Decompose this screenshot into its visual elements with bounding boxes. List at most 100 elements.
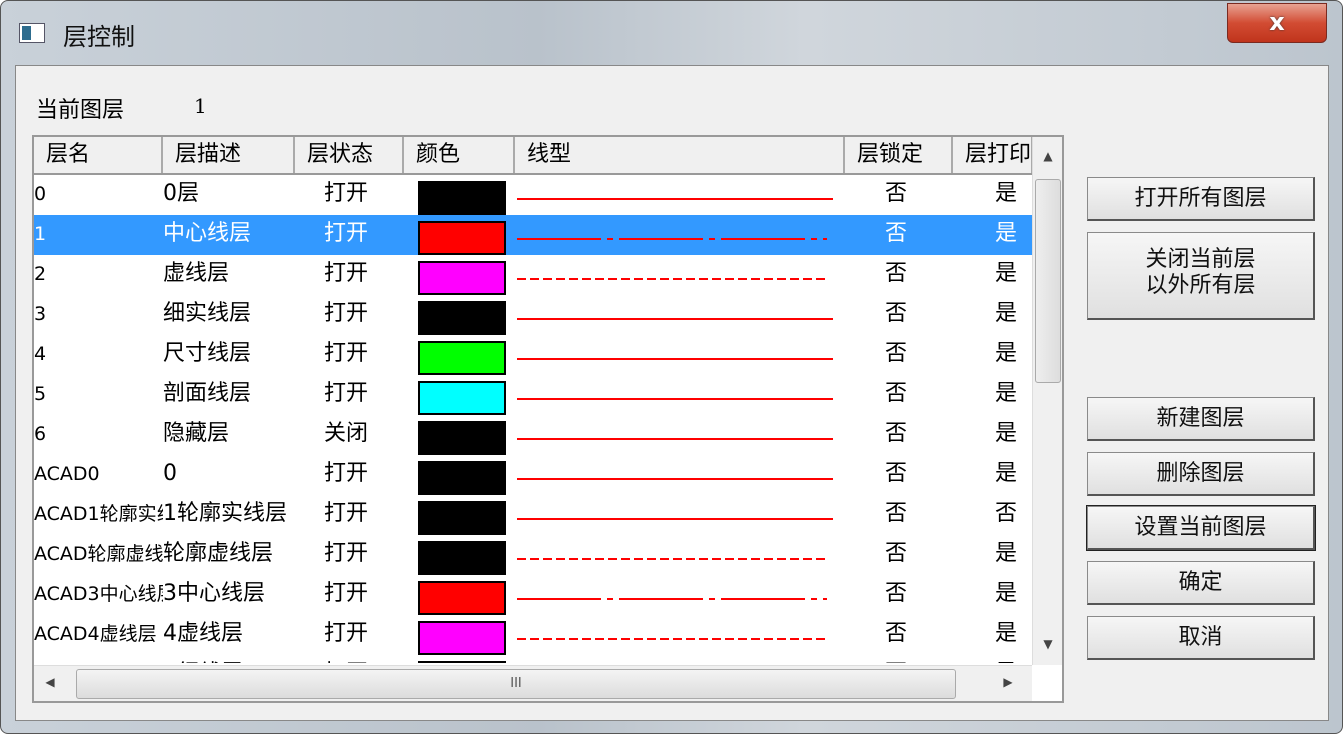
set-current-layer-button[interactable]: 设置当前图层 — [1086, 505, 1316, 551]
cell-state: 打开 — [324, 541, 369, 566]
cell-state: 打开 — [324, 181, 369, 206]
ok-button[interactable]: 确定 — [1087, 561, 1315, 605]
cell-desc: 尺寸线层 — [163, 341, 252, 366]
cell-name: 6 — [34, 423, 47, 445]
column-header-print[interactable]: 层打印 — [953, 137, 1033, 173]
color-swatch[interactable] — [418, 461, 506, 495]
table-row[interactable]: ACAD1轮廓实线层1轮廓实线层 打开 否 否 — [34, 495, 1032, 535]
cell-state: 打开 — [324, 461, 369, 486]
cancel-button[interactable]: 取消 — [1087, 616, 1315, 660]
table-row[interactable]: ACAD4虚线层 4虚线层 打开 否 是 — [34, 615, 1032, 655]
table-row[interactable]: 5 剖面线层 打开 否 是 — [34, 375, 1032, 415]
cell-lock: 否 — [885, 461, 908, 486]
scroll-down-icon[interactable]: ▼ — [1033, 637, 1062, 651]
cell-print: 是 — [995, 301, 1018, 326]
cell-desc: 0 — [163, 461, 177, 486]
cell-print: 否 — [995, 501, 1018, 526]
color-swatch[interactable] — [418, 581, 506, 615]
color-swatch[interactable] — [418, 381, 506, 415]
table-row[interactable]: 1 中心线层 打开 否 是 — [34, 215, 1032, 255]
cell-lock: 否 — [885, 181, 908, 206]
new-layer-button[interactable]: 新建图层 — [1087, 397, 1315, 441]
cell-desc: 细实线层 — [163, 301, 252, 326]
cell-name: ACAD3中心线层 — [34, 583, 163, 605]
title-bar: 层控制 x — [1, 1, 1342, 63]
table-row[interactable]: ACAD3中心线层 3中心线层 打开 否 是 — [34, 575, 1032, 615]
cell-desc: 4虚线层 — [163, 621, 243, 646]
cell-print: 是 — [995, 541, 1018, 566]
cell-lock: 否 — [885, 261, 908, 286]
table-row[interactable]: ACAD轮廓虚线层轮廓虚线层 打开 否 是 — [34, 535, 1032, 575]
color-swatch[interactable] — [418, 221, 506, 255]
table-row[interactable]: ACAD2细线层2细线层 打开 否 是 — [34, 655, 1032, 663]
cell-print: 是 — [995, 261, 1018, 286]
color-swatch[interactable] — [418, 541, 506, 575]
cell-name: 1 — [34, 223, 47, 245]
table-row[interactable]: 6 隐藏层 关闭 否 是 — [34, 415, 1032, 455]
vertical-scroll-thumb[interactable] — [1035, 179, 1061, 383]
color-swatch[interactable] — [418, 181, 506, 215]
scroll-up-icon[interactable]: ▲ — [1033, 149, 1062, 163]
table-row[interactable]: ACAD0 0 打开 否 是 — [34, 455, 1032, 495]
current-layer-label: 当前图层 — [36, 98, 125, 123]
open-all-layers-button[interactable]: 打开所有图层 — [1087, 177, 1315, 221]
cell-print: 是 — [995, 341, 1018, 366]
column-header-name[interactable]: 层名 — [34, 137, 163, 173]
close-other-layers-button[interactable]: 关闭当前层 以外所有层 — [1087, 232, 1315, 320]
column-header-state[interactable]: 层状态 — [295, 137, 404, 173]
cell-state: 打开 — [324, 221, 369, 246]
close-other-layers-label-line1: 关闭当前层 — [1145, 247, 1256, 272]
color-swatch[interactable] — [418, 501, 506, 535]
cell-state: 打开 — [324, 621, 369, 646]
vertical-scrollbar[interactable]: ▲ ▼ — [1032, 137, 1062, 665]
cell-lock: 否 — [885, 541, 908, 566]
color-swatch[interactable] — [418, 341, 506, 375]
cell-state: 打开 — [324, 341, 369, 366]
current-layer-value: 1 — [194, 94, 207, 118]
cell-name: ACAD0 — [34, 463, 100, 485]
cell-name: 4 — [34, 343, 47, 365]
table-header: 层名 层描述 层状态 颜色 线型 层锁定 层打印 — [34, 137, 1034, 175]
color-swatch[interactable] — [418, 621, 506, 655]
cell-desc: 剖面线层 — [163, 381, 252, 406]
cell-state: 打开 — [324, 381, 369, 406]
layer-control-dialog: 层控制 x 当前图层 1 层名 层描述 层状态 颜色 线型 层锁定 层打印 0 0层 打开否是 1… — [0, 0, 1343, 734]
cell-state: 关闭 — [324, 421, 369, 446]
cell-desc: 3中心线层 — [163, 581, 265, 606]
cell-lock: 否 — [885, 341, 908, 366]
column-header-desc[interactable]: 层描述 — [163, 137, 295, 173]
horizontal-scroll-thumb[interactable]: III — [76, 669, 956, 699]
cell-lock: 否 — [885, 655, 925, 663]
horizontal-scrollbar[interactable]: ◀ III ▶ — [34, 665, 1032, 701]
close-button[interactable]: x — [1227, 3, 1327, 43]
column-header-lock[interactable]: 层锁定 — [845, 137, 953, 173]
table-row[interactable]: 0 0层 打开 否 是 — [34, 175, 1032, 215]
cell-state: 打开 — [324, 301, 369, 326]
dialog-body: 当前图层 1 层名 层描述 层状态 颜色 线型 层锁定 层打印 0 0层 打开否是 1 中心线层 打开… — [15, 65, 1329, 721]
linetype-continuous[interactable] — [515, 655, 845, 663]
column-header-color[interactable]: 颜色 — [404, 137, 515, 173]
cell-name: 2 — [34, 263, 47, 285]
cell-print: 是 — [995, 181, 1018, 206]
color-swatch[interactable] — [418, 261, 506, 295]
table-row[interactable]: 3 细实线层 打开 否 是 — [34, 295, 1032, 335]
cell-print: 是 — [995, 421, 1018, 446]
column-header-linetype[interactable]: 线型 — [515, 137, 845, 173]
table-row[interactable]: 4 尺寸线层 打开 否 是 — [34, 335, 1032, 375]
cell-print: 是 — [995, 221, 1018, 246]
cell-desc: 2细线层 — [163, 655, 295, 663]
scroll-right-icon[interactable]: ▶ — [996, 675, 1020, 689]
cell-name: 3 — [34, 303, 47, 325]
cell-state: 打开 — [324, 581, 369, 606]
cell-name: ACAD轮廓虚线层 — [34, 543, 163, 565]
cell-desc: 轮廓虚线层 — [163, 541, 274, 566]
cell-desc: 虚线层 — [163, 261, 230, 286]
scroll-left-icon[interactable]: ◀ — [38, 675, 62, 689]
color-swatch[interactable] — [418, 661, 506, 663]
cell-lock: 否 — [885, 501, 908, 526]
delete-layer-button[interactable]: 删除图层 — [1087, 452, 1315, 496]
cell-name: ACAD1轮廓实线层 — [34, 503, 163, 525]
color-swatch[interactable] — [418, 301, 506, 335]
table-row[interactable]: 2 虚线层 打开 否 是 — [34, 255, 1032, 295]
color-swatch[interactable] — [418, 421, 506, 455]
